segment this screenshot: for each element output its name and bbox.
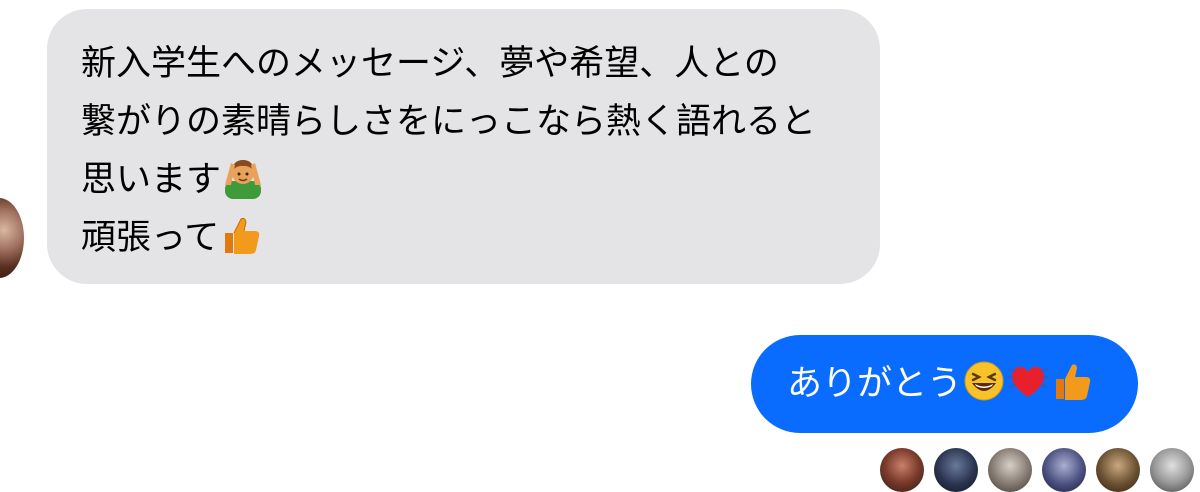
beating-heart-icon	[1006, 359, 1050, 403]
read-receipt-avatar	[1096, 448, 1140, 492]
read-receipt-avatar	[934, 448, 978, 492]
outgoing-message-bubble[interactable]: ありがとう	[751, 335, 1138, 433]
incoming-message-line-4: 頑張って	[81, 209, 846, 267]
read-receipt-avatar	[1150, 448, 1194, 492]
read-receipt-avatar	[988, 448, 1032, 492]
incoming-message-line-1: 新入学生へのメッセージ、夢や希望、人との	[81, 44, 779, 84]
incoming-message-line-2: 繋がりの素晴らしさをにっこなら熱く語れると	[81, 102, 817, 142]
incoming-message-line-4-text: 頑張って	[81, 218, 220, 258]
thumbs-up-icon	[219, 213, 263, 257]
read-receipt-avatar	[1042, 448, 1086, 492]
incoming-message-line-3: 思います	[81, 151, 846, 209]
grinning-squinting-face-icon	[962, 359, 1006, 403]
person-gesturing-ok-emoji-icon	[221, 155, 265, 199]
incoming-message-bubble[interactable]: 新入学生へのメッセージ、夢や希望、人との 繋がりの素晴らしさをにっこなら熱く語れ…	[47, 9, 880, 284]
incoming-message-line-3-text: 思います	[81, 160, 222, 200]
read-receipt-avatar	[880, 448, 924, 492]
sender-avatar[interactable]	[0, 198, 24, 278]
thumbs-up-icon	[1050, 359, 1094, 403]
outgoing-message-text: ありがとう	[787, 364, 963, 404]
read-receipts	[880, 448, 1194, 492]
